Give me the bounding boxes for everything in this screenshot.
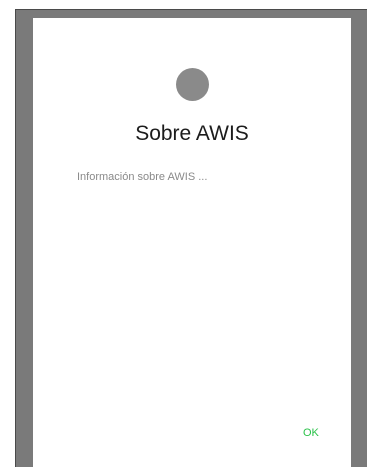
dialog-title: Sobre AWIS: [135, 122, 249, 145]
screen: Sobre AWIS Información sobre AWIS ... OK: [0, 0, 367, 467]
dialog-message: Información sobre AWIS ...: [77, 171, 208, 183]
about-dialog: Sobre AWIS Información sobre AWIS ... OK: [33, 18, 351, 467]
ok-button[interactable]: OK: [299, 425, 323, 441]
app-logo-icon: [176, 68, 209, 101]
